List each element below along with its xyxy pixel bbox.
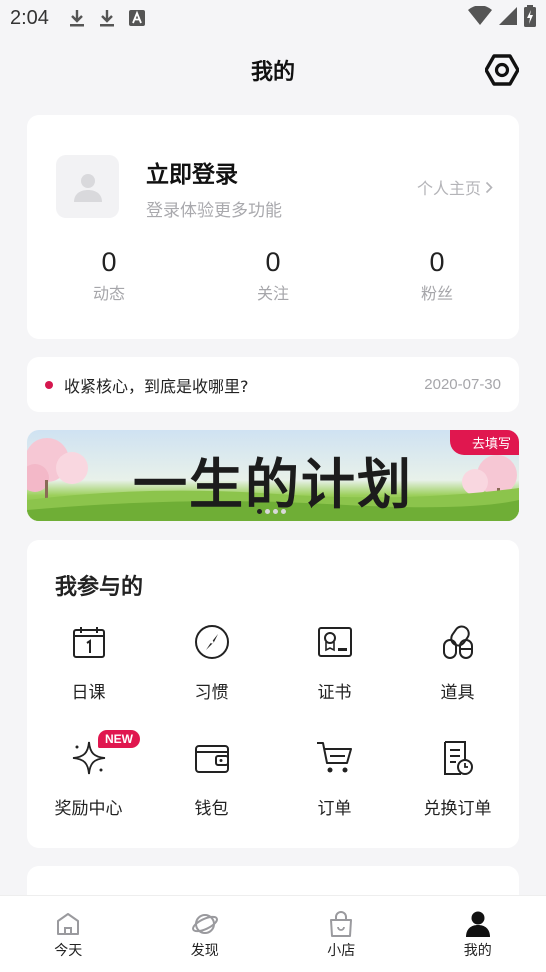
tab-today[interactable]: 今天 (0, 896, 137, 972)
tab-label: 我的 (463, 943, 492, 959)
tab-mine[interactable]: 我的 (410, 896, 546, 972)
notice-dot (45, 380, 53, 389)
receipt-clock-icon (438, 738, 478, 778)
page-title: 我的 (250, 60, 295, 85)
stat-followers[interactable]: 0 粉丝 (355, 247, 519, 304)
grid-item-label: 订单 (317, 799, 352, 819)
pills-icon (438, 622, 478, 662)
pagination-dot (265, 509, 270, 514)
settings-hexagon-icon (485, 54, 519, 86)
stat-following[interactable]: 0 关注 (191, 247, 355, 304)
bottom-tab-bar: 今天 发现 小店 我的 (0, 895, 546, 972)
shopping-bag-icon (326, 909, 356, 939)
avatar[interactable] (56, 155, 119, 218)
status-time: 2:04 (10, 6, 49, 29)
notice-text: 收紧核心，到底是收哪里? (64, 376, 249, 396)
stat-label: 粉丝 (420, 284, 453, 303)
download-icon (99, 9, 115, 27)
grid-item-exchange-orders[interactable]: 兑换订单 (396, 738, 519, 819)
status-bar: 2:04 (0, 0, 546, 36)
grid-item-label: 道具 (440, 683, 475, 703)
stat-value: 0 (101, 247, 117, 277)
stat-label: 关注 (256, 284, 289, 303)
signal-icon (498, 6, 518, 31)
login-subtitle: 登录体验更多功能 (146, 201, 282, 221)
login-title[interactable]: 立即登录 (146, 155, 238, 189)
stat-label: 动态 (92, 284, 125, 303)
tab-shop[interactable]: 小店 (273, 896, 410, 972)
wifi-icon (468, 4, 492, 31)
tab-discover[interactable]: 发现 (137, 896, 274, 972)
home-icon (53, 909, 83, 939)
grid-item-daily-lesson[interactable]: 日课 (27, 622, 150, 703)
section-heading: 我参与的 (55, 575, 144, 600)
calendar-icon (69, 622, 109, 662)
stat-value: 0 (265, 247, 281, 277)
participation-grid: 日课 习惯 证书 道具 NEW 奖励中心 钱包 订单 兑换订单 (27, 622, 519, 819)
grid-item-label: 日课 (71, 683, 106, 703)
personal-homepage-label: 个人主页 (416, 179, 481, 198)
profile-stats: 0 动态 0 关注 0 粉丝 (27, 247, 519, 304)
grid-item-label: 习惯 (194, 683, 229, 703)
banner-pagination (257, 509, 286, 514)
settings-button[interactable] (484, 52, 520, 88)
personal-homepage-link[interactable]: 个人主页 (417, 175, 493, 199)
battery-icon (524, 4, 536, 32)
grid-item-label: 证书 (317, 683, 352, 703)
new-badge: NEW (98, 730, 140, 748)
compass-icon (192, 622, 232, 662)
banner-fill-tag[interactable]: 去填写 (449, 430, 519, 455)
grid-item-rewards-center[interactable]: NEW 奖励中心 (27, 730, 150, 819)
notice-bar[interactable]: 收紧核心，到底是收哪里? 2020-07-30 (27, 357, 519, 412)
tab-label: 今天 (54, 943, 83, 959)
pagination-dot (273, 509, 278, 514)
notice-date: 2020-07-30 (424, 376, 501, 393)
wallet-icon (192, 738, 232, 778)
grid-item-habit[interactable]: 习惯 (150, 622, 273, 703)
download-icon (69, 9, 85, 27)
pagination-dot (257, 509, 262, 514)
default-avatar-icon (73, 173, 102, 202)
person-icon (463, 909, 493, 939)
plan-banner[interactable]: 一生的计划 去填写 (27, 430, 519, 521)
stat-posts[interactable]: 0 动态 (27, 247, 191, 304)
banner-title: 一生的计划 (133, 452, 413, 516)
grid-item-label: 兑换订单 (423, 799, 492, 819)
grid-item-certificate[interactable]: 证书 (273, 622, 396, 703)
chevron-right-icon (485, 181, 493, 193)
tab-label: 发现 (190, 943, 219, 959)
pagination-dot (281, 509, 286, 514)
certificate-icon (315, 622, 355, 662)
grid-item-wallet[interactable]: 钱包 (150, 738, 273, 819)
page-header: 我的 (0, 48, 546, 92)
font-icon (128, 10, 145, 26)
tab-label: 小店 (327, 943, 356, 959)
planet-icon (190, 909, 220, 939)
participation-section: 我参与的 日课 习惯 证书 道具 NEW 奖励中心 钱包 订单 兑换订单 (27, 540, 519, 848)
grid-item-props[interactable]: 道具 (396, 622, 519, 703)
grid-item-label: 奖励中心 (54, 799, 123, 819)
grid-item-label: 钱包 (194, 799, 229, 819)
profile-card: 立即登录 登录体验更多功能 个人主页 0 动态 0 关注 0 粉丝 (27, 115, 519, 339)
grid-item-orders[interactable]: 订单 (273, 738, 396, 819)
cart-icon (315, 738, 355, 778)
stat-value: 0 (429, 247, 445, 277)
